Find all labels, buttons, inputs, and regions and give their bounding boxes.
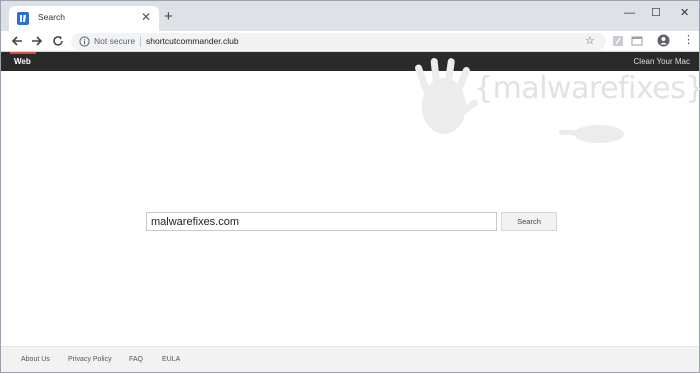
new-tab-button[interactable]: + [164, 9, 173, 24]
footer-link-eula[interactable]: EULA [162, 356, 180, 363]
tab-search[interactable]: Search ✕ [9, 6, 159, 31]
info-icon[interactable] [79, 36, 90, 47]
forward-arrow-icon[interactable] [30, 34, 44, 48]
site-favicon-icon [17, 12, 29, 25]
footer: About Us Privacy Policy FAQ EULA [1, 346, 699, 372]
watermark-text: {malwarefixes} [474, 71, 700, 106]
reload-icon[interactable] [51, 34, 65, 48]
url-text[interactable]: shortcutcommander.club [146, 36, 239, 46]
security-label: Not secure [94, 36, 136, 46]
close-window-button[interactable]: ✕ [680, 7, 689, 19]
title-bar: Search ✕ + — ☐ ✕ [1, 1, 699, 31]
extension-icon[interactable] [612, 35, 624, 47]
address-separator [140, 36, 141, 47]
maximize-button[interactable]: ☐ [651, 7, 661, 19]
search-button[interactable]: Search [501, 212, 557, 231]
tab-close-icon[interactable]: ✕ [141, 10, 151, 24]
tab-title: Search [38, 12, 65, 22]
footer-link-faq[interactable]: FAQ [129, 356, 143, 363]
browser-toolbar: Not secure shortcutcommander.club ☆ ⋮ [1, 31, 699, 52]
active-tab-indicator [10, 52, 36, 54]
footer-link-about-us[interactable]: About Us [21, 356, 50, 363]
star-icon[interactable]: ☆ [585, 34, 595, 47]
browser-window: Search ✕ + — ☐ ✕ Not secure shortcutcomm… [0, 0, 700, 373]
profile-icon[interactable] [657, 34, 670, 47]
footer-link-privacy-policy[interactable]: Privacy Policy [68, 356, 112, 363]
extension-icon-2[interactable] [631, 35, 643, 47]
back-arrow-icon[interactable] [10, 34, 24, 48]
nav-web-link[interactable]: Web [14, 57, 31, 66]
search-input[interactable] [146, 212, 497, 231]
address-bar[interactable]: Not secure shortcutcommander.club ☆ [71, 33, 606, 50]
menu-dots-icon[interactable]: ⋮ [683, 33, 694, 47]
minimize-button[interactable]: — [624, 7, 635, 19]
